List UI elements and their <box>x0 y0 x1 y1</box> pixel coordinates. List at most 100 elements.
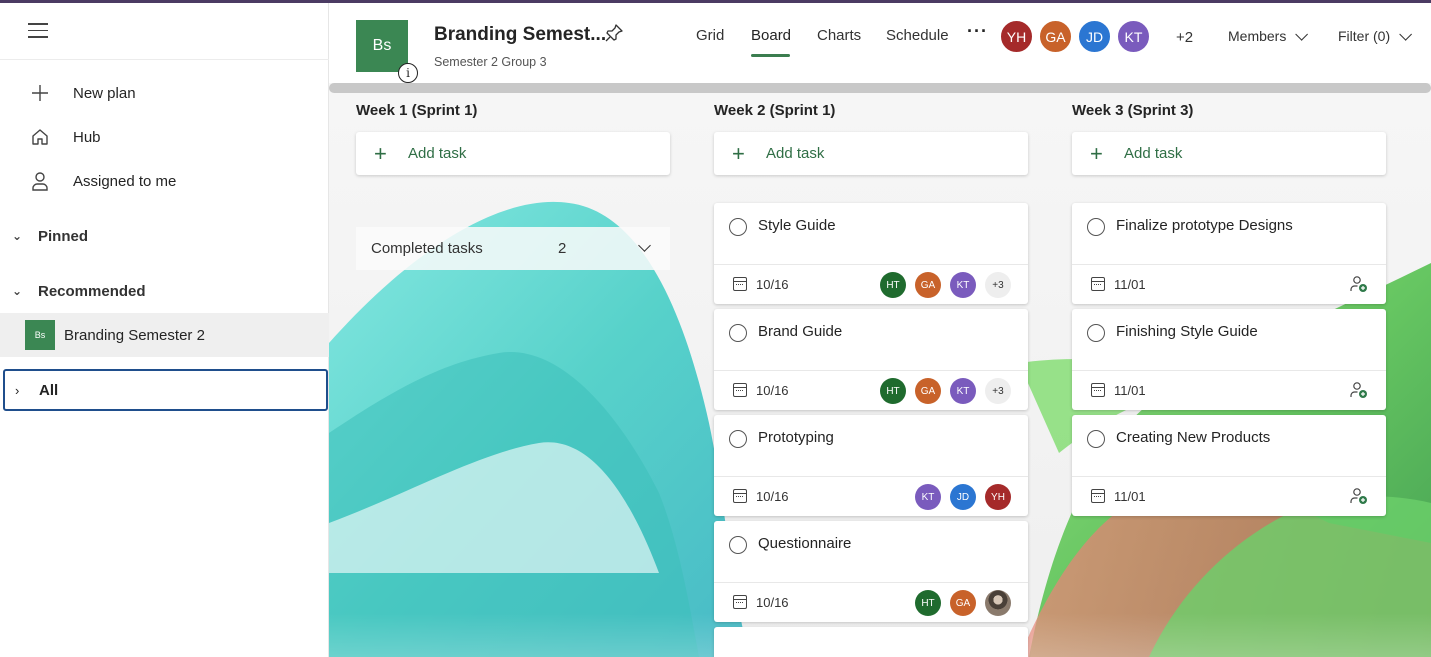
task-title: Finishing Style Guide <box>1116 323 1258 340</box>
assignee-list: HT GA KT +3 <box>871 378 1011 404</box>
assignee-avatar[interactable]: JD <box>950 484 976 510</box>
column-title[interactable]: Week 3 (Sprint 3) <box>1072 102 1193 119</box>
add-task-button[interactable]: + Add task <box>714 132 1028 175</box>
add-task-label: Add task <box>766 145 825 162</box>
sidebar-item-label: Hub <box>73 128 101 146</box>
calendar-icon <box>733 277 747 291</box>
plus-icon <box>28 81 52 105</box>
assignee-avatar[interactable]: KT <box>950 378 976 404</box>
task-card[interactable]: Questionnaire 10/16 HT GA <box>714 521 1028 622</box>
task-card[interactable]: Style Guide 10/16 HT GA KT +3 <box>714 203 1028 304</box>
card-divider <box>714 264 1028 265</box>
task-due-date: 10/16 <box>756 595 789 610</box>
section-recommended[interactable]: ⌄ Recommended <box>0 273 329 309</box>
member-avatar[interactable]: YH <box>999 19 1034 54</box>
filter-label: Filter (0) <box>1338 28 1391 44</box>
completed-tasks-label: Completed tasks <box>371 240 483 257</box>
task-due-date: 11/01 <box>1114 489 1146 504</box>
task-card[interactable]: Finishing Style Guide 11/01 <box>1072 309 1386 410</box>
card-divider <box>1072 476 1386 477</box>
calendar-icon <box>1091 489 1105 503</box>
assignee-avatar[interactable]: HT <box>880 272 906 298</box>
sidebar-item-hub[interactable]: Hub <box>0 117 329 157</box>
sidebar-item-assigned-to-me[interactable]: Assigned to me <box>0 161 329 201</box>
more-options-icon[interactable]: ··· <box>967 21 988 42</box>
complete-task-checkbox[interactable] <box>729 536 747 554</box>
assign-person-icon[interactable] <box>1350 487 1368 505</box>
assignee-avatar[interactable]: GA <box>915 378 941 404</box>
complete-task-checkbox[interactable] <box>1087 430 1105 448</box>
sidebar-item-label: Branding Semester 2 <box>64 326 205 344</box>
hamburger-menu-icon[interactable] <box>28 23 48 39</box>
tab-grid[interactable]: Grid <box>696 27 724 44</box>
plan-header: Bs i Branding Semest... Semester 2 Group… <box>329 3 1431 83</box>
sidebar: New plan Hub Assigned to me ⌄ Pinned ⌄ R… <box>0 3 329 657</box>
plan-title[interactable]: Branding Semest... <box>434 24 606 46</box>
add-task-label: Add task <box>408 145 467 162</box>
task-card[interactable]: Prototyping 10/16 KT JD YH <box>714 415 1028 516</box>
tab-schedule[interactable]: Schedule <box>886 27 949 44</box>
column-title[interactable]: Week 2 (Sprint 1) <box>714 102 835 119</box>
sidebar-item-new-plan[interactable]: New plan <box>0 73 329 113</box>
calendar-icon <box>1091 383 1105 397</box>
section-pinned[interactable]: ⌄ Pinned <box>0 218 329 254</box>
sidebar-item-label: New plan <box>73 84 136 102</box>
member-avatar[interactable]: KT <box>1116 19 1151 54</box>
assignee-list: KT JD YH <box>906 484 1011 510</box>
card-divider <box>714 582 1028 583</box>
add-task-button[interactable]: + Add task <box>1072 132 1386 175</box>
card-divider <box>714 476 1028 477</box>
column-title[interactable]: Week 1 (Sprint 1) <box>356 102 477 119</box>
assignee-list: HT GA KT +3 <box>871 272 1011 298</box>
assign-person-icon[interactable] <box>1350 381 1368 399</box>
member-avatar[interactable]: GA <box>1038 19 1073 54</box>
plan-thumbnail: Bs <box>25 320 55 350</box>
filter-dropdown[interactable]: Filter (0) <box>1338 28 1413 44</box>
complete-task-checkbox[interactable] <box>1087 218 1105 236</box>
sidebar-item-all[interactable]: › All <box>3 369 328 411</box>
tab-charts[interactable]: Charts <box>817 27 861 44</box>
complete-task-checkbox[interactable] <box>729 324 747 342</box>
sidebar-divider <box>0 59 329 60</box>
sidebar-item-label: Assigned to me <box>73 172 177 190</box>
extra-members-count[interactable]: +2 <box>1176 29 1193 46</box>
tab-board[interactable]: Board <box>751 27 791 44</box>
calendar-icon <box>1091 277 1105 291</box>
assignee-avatar[interactable]: GA <box>915 272 941 298</box>
more-assignees-count[interactable]: +3 <box>985 272 1011 298</box>
plus-icon: + <box>732 140 745 166</box>
completed-tasks-toggle[interactable]: Completed tasks 2 <box>356 227 670 270</box>
horizontal-scrollbar[interactable] <box>329 83 1431 93</box>
task-title: Style Guide <box>758 217 836 234</box>
info-icon[interactable]: i <box>398 63 418 83</box>
assignee-avatar[interactable]: YH <box>985 484 1011 510</box>
task-title: Finalize prototype Designs <box>1116 217 1293 234</box>
chevron-down-icon <box>638 239 651 252</box>
card-divider <box>714 370 1028 371</box>
chevron-right-icon: › <box>15 382 20 398</box>
task-card[interactable]: Brand Guide 10/16 HT GA KT +3 <box>714 309 1028 410</box>
complete-task-checkbox[interactable] <box>729 218 747 236</box>
pin-icon[interactable] <box>605 24 623 47</box>
members-dropdown[interactable]: Members <box>1228 28 1309 44</box>
assignee-avatar[interactable]: KT <box>950 272 976 298</box>
members-label: Members <box>1228 28 1287 44</box>
assignee-avatar[interactable]: KT <box>915 484 941 510</box>
task-card[interactable]: Creating New Products 11/01 <box>1072 415 1386 516</box>
task-card[interactable]: Finalize prototype Designs 11/01 <box>1072 203 1386 304</box>
complete-task-checkbox[interactable] <box>729 430 747 448</box>
bottom-shade <box>329 613 1431 657</box>
calendar-icon <box>733 383 747 397</box>
active-tab-indicator <box>751 54 790 57</box>
task-title: Creating New Products <box>1116 429 1271 446</box>
complete-task-checkbox[interactable] <box>1087 324 1105 342</box>
assign-person-icon[interactable] <box>1350 275 1368 293</box>
card-divider <box>1072 264 1386 265</box>
sidebar-item-branding-semester-2[interactable]: Bs Branding Semester 2 <box>0 313 329 357</box>
add-task-button[interactable]: + Add task <box>356 132 670 175</box>
assignee-avatar[interactable]: HT <box>880 378 906 404</box>
task-title: Questionnaire <box>758 535 852 552</box>
member-avatar[interactable]: JD <box>1077 19 1112 54</box>
more-assignees-count[interactable]: +3 <box>985 378 1011 404</box>
chevron-down-icon <box>1399 28 1413 41</box>
